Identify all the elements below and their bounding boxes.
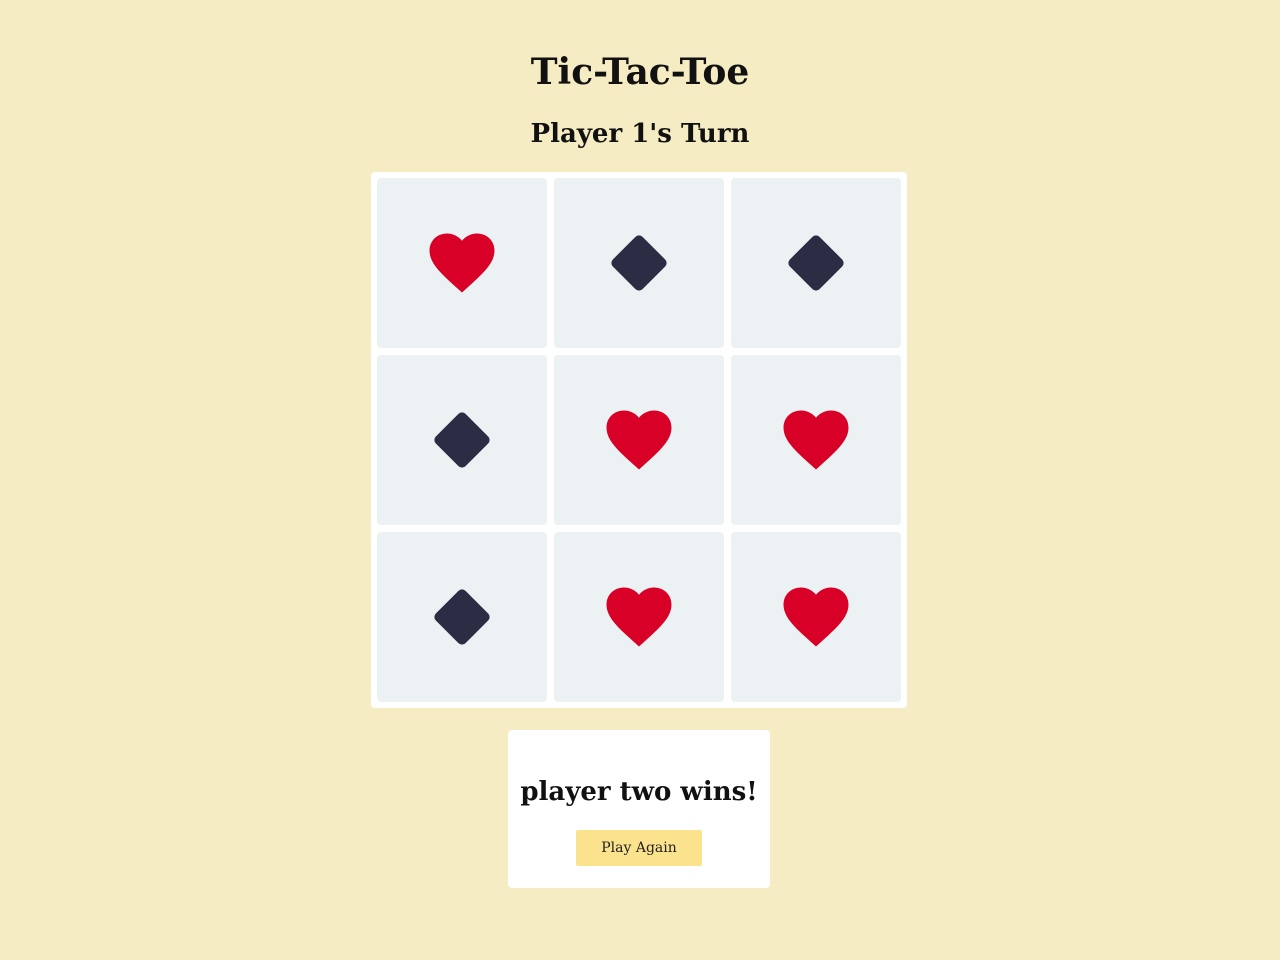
heart-icon bbox=[602, 580, 676, 654]
board-cell-6[interactable] bbox=[731, 355, 901, 525]
diamond-icon bbox=[779, 226, 853, 300]
board-cell-3[interactable] bbox=[731, 178, 901, 348]
heart-icon bbox=[779, 403, 853, 477]
board-cell-8[interactable] bbox=[554, 532, 724, 702]
diamond-icon bbox=[425, 403, 499, 477]
game-title: Tic-Tac-Toe bbox=[530, 51, 750, 93]
play-again-button[interactable]: Play Again bbox=[576, 830, 702, 866]
result-card: player two wins! Play Again bbox=[508, 730, 770, 888]
heart-icon bbox=[425, 226, 499, 300]
game-board bbox=[371, 172, 907, 708]
board-cell-5[interactable] bbox=[554, 355, 724, 525]
board-cell-9[interactable] bbox=[731, 532, 901, 702]
diamond-icon bbox=[602, 226, 676, 300]
board-cell-1[interactable] bbox=[377, 178, 547, 348]
turn-indicator: Player 1's Turn bbox=[530, 119, 750, 149]
diamond-icon bbox=[425, 580, 499, 654]
winner-message: player two wins! bbox=[520, 777, 758, 807]
heart-icon bbox=[602, 403, 676, 477]
heart-icon bbox=[779, 580, 853, 654]
board-cell-7[interactable] bbox=[377, 532, 547, 702]
board-cell-4[interactable] bbox=[377, 355, 547, 525]
board-cell-2[interactable] bbox=[554, 178, 724, 348]
